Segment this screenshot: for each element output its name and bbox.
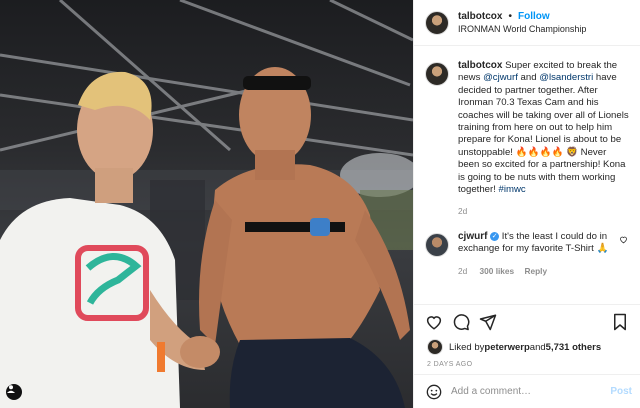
caption-avatar[interactable] — [425, 62, 449, 86]
action-icons — [414, 305, 640, 339]
caption-text-2: and — [517, 72, 540, 84]
comment-age: 2d — [458, 265, 468, 276]
mention-lsanderstri[interactable]: @lsanderstri — [539, 72, 593, 83]
reply-button[interactable]: Reply — [524, 266, 547, 276]
emoji-icon[interactable] — [426, 384, 442, 400]
post-location[interactable]: IRONMAN World Championship — [458, 23, 586, 36]
verified-icon: ✓ — [490, 231, 500, 241]
post-actions: Liked by peterwerp and 5,731 others 2 DA… — [414, 304, 640, 368]
commenter-avatar[interactable] — [425, 232, 449, 257]
caption: talbotcox Super excited to break the new… — [414, 47, 640, 218]
comment-meta: 2d 300 likes Reply — [458, 265, 630, 277]
hashtag-imwc[interactable]: #imwc — [499, 184, 526, 195]
caption-text-3: have decided to partner together. After … — [458, 72, 629, 196]
caption-username[interactable]: talbotcox — [458, 60, 502, 71]
comment-row: cjwurf ✓ It's the least I could do in ex… — [414, 218, 640, 277]
follow-button[interactable]: Follow — [518, 11, 550, 22]
post-header: talbotcox • Follow IRONMAN World Champio… — [414, 0, 640, 46]
comment-likes[interactable]: 300 likes — [480, 266, 515, 276]
liked-by-user[interactable]: peterwerp — [484, 342, 529, 353]
caption-body: talbotcox Super excited to break the new… — [458, 60, 630, 218]
header-text: talbotcox • Follow IRONMAN World Champio… — [458, 10, 586, 36]
post-sidebar: talbotcox • Follow IRONMAN World Champio… — [413, 0, 640, 408]
header-separator: • — [508, 9, 513, 22]
post-photo[interactable] — [0, 0, 413, 408]
caption-meta: 2d — [458, 205, 630, 217]
commenter-username[interactable]: cjwurf — [458, 231, 487, 242]
comment-icon[interactable] — [452, 313, 470, 331]
author-avatar[interactable] — [425, 10, 449, 35]
heart-icon[interactable] — [425, 313, 443, 331]
comment-body: cjwurf ✓ It's the least I could do in ex… — [458, 231, 630, 277]
caption-age: 2d — [458, 206, 468, 217]
comment-heart-icon[interactable] — [619, 235, 628, 247]
photo-illustration — [0, 0, 413, 408]
liker-avatar[interactable] — [427, 339, 443, 355]
share-icon[interactable] — [479, 313, 497, 331]
comments-section: talbotcox Super excited to break the new… — [414, 47, 640, 303]
instagram-post: talbotcox • Follow IRONMAN World Champio… — [0, 0, 640, 408]
bookmark-icon[interactable] — [611, 313, 629, 331]
mention-cjwurf[interactable]: @cjwurf — [483, 72, 518, 83]
post-timestamp[interactable]: 2 DAYS AGO — [414, 355, 640, 368]
likes-line: Liked by peterwerp and 5,731 others — [414, 339, 640, 355]
likes-others[interactable]: 5,731 others — [546, 342, 601, 353]
likes-prefix: Liked by — [449, 341, 485, 353]
author-username[interactable]: talbotcox — [458, 11, 502, 22]
comment-input[interactable] — [449, 385, 603, 398]
likes-middle: and — [529, 341, 546, 353]
post-comment-button[interactable]: Post — [610, 386, 632, 397]
add-comment-bar: Post — [414, 374, 640, 408]
user-tag-icon[interactable] — [6, 384, 22, 400]
